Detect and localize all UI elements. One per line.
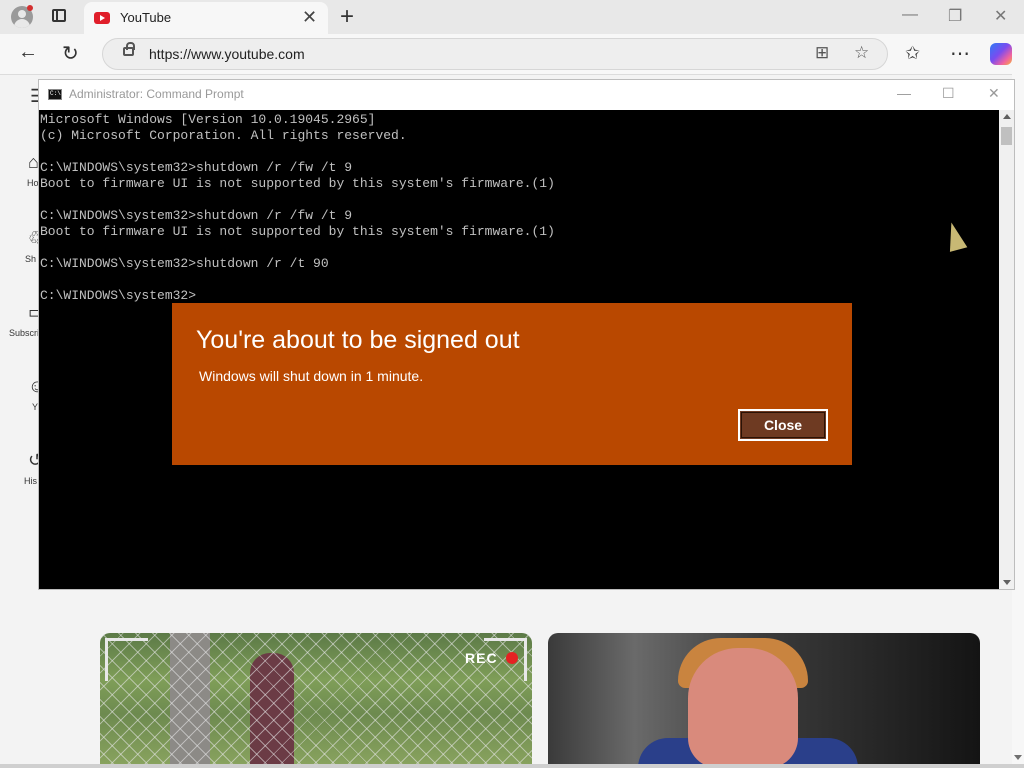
refresh-icon[interactable]: ↻ xyxy=(62,41,79,66)
close-button-label: Close xyxy=(763,417,803,433)
browser-tab-bar: YouTube ✕ + — ❐ ✕ xyxy=(0,0,1024,34)
console-line: Microsoft Windows [Version 10.0.19045.29… xyxy=(40,112,376,127)
dialog-title: You're about to be signed out xyxy=(196,326,520,354)
scroll-down-icon[interactable] xyxy=(1003,580,1011,585)
new-tab-icon[interactable]: + xyxy=(340,3,354,31)
tab-youtube[interactable]: YouTube ✕ xyxy=(84,2,328,34)
scroll-up-icon[interactable] xyxy=(1003,114,1011,119)
minimize-icon[interactable]: — xyxy=(902,6,918,24)
address-bar[interactable]: https://www.youtube.com ⊞ ☆ xyxy=(102,38,888,70)
cmd-scrollbar[interactable] xyxy=(999,110,1014,589)
browser-nav-bar: ← ↻ https://www.youtube.com ⊞ ☆ ✩ ⋯ xyxy=(0,34,1024,75)
rec-label: REC xyxy=(465,650,498,666)
console-line: Boot to firmware UI is not supported by … xyxy=(40,176,555,191)
copilot-icon[interactable] xyxy=(990,43,1012,65)
back-icon[interactable]: ← xyxy=(18,41,38,64)
cmd-close-icon[interactable]: ✕ xyxy=(988,85,1000,102)
restore-icon[interactable]: ❐ xyxy=(948,6,962,26)
console-line: C:\WINDOWS\system32>shutdown /r /fw /t 9 xyxy=(40,160,353,175)
dialog-message: Windows will shut down in 1 minute. xyxy=(199,368,424,384)
tab-close-icon[interactable]: ✕ xyxy=(302,7,317,28)
cmd-app-icon xyxy=(48,89,62,100)
youtube-favicon-icon xyxy=(94,12,110,24)
cmd-maximize-icon[interactable]: ☐ xyxy=(942,85,955,102)
console-line: C:\WINDOWS\system32>shutdown /r /t 90 xyxy=(40,256,329,271)
url-text[interactable]: https://www.youtube.com xyxy=(149,46,305,62)
sidebar-item-label: Sh xyxy=(25,254,37,264)
camera-frame-corner xyxy=(105,638,148,681)
console-prompt-line[interactable]: C:\WINDOWS\system32> xyxy=(40,288,999,304)
person-face xyxy=(688,648,798,768)
video-thumbnail[interactable]: REC xyxy=(100,633,532,768)
console-line: Boot to firmware UI is not supported by … xyxy=(40,224,555,239)
console-line: (c) Microsoft Corporation. All rights re… xyxy=(40,128,407,143)
cmd-window-title: Administrator: Command Prompt xyxy=(69,87,244,101)
tab-title: YouTube xyxy=(120,10,172,25)
rec-dot-icon xyxy=(506,652,518,664)
scroll-down-icon[interactable] xyxy=(1014,755,1022,760)
close-button[interactable]: Close xyxy=(738,409,828,441)
app-available-icon[interactable]: ⊞ xyxy=(815,43,829,63)
favorite-star-icon[interactable]: ☆ xyxy=(854,43,869,63)
bottom-strip xyxy=(0,764,1024,768)
sign-out-dialog: You're about to be signed out Windows wi… xyxy=(172,303,852,465)
notification-dot-icon xyxy=(27,5,33,11)
close-window-icon[interactable]: ✕ xyxy=(994,6,1007,26)
favorites-list-icon[interactable]: ✩ xyxy=(905,43,920,64)
sidebar-item-label: His xyxy=(24,476,37,486)
console-line: C:\WINDOWS\system32>shutdown /r /fw /t 9 xyxy=(40,208,353,223)
cmd-title-bar[interactable]: Administrator: Command Prompt — ☐ ✕ xyxy=(39,80,1014,110)
sidebar-item-label: Ho xyxy=(27,178,39,188)
more-menu-icon[interactable]: ⋯ xyxy=(950,41,970,66)
lock-icon[interactable] xyxy=(123,42,135,56)
tab-actions-icon[interactable] xyxy=(52,9,66,22)
scrollbar-thumb[interactable] xyxy=(1001,127,1012,145)
sidebar-item-label: Subscri xyxy=(9,328,40,338)
cmd-minimize-icon[interactable]: — xyxy=(897,85,911,101)
video-thumbnail[interactable] xyxy=(548,633,980,768)
